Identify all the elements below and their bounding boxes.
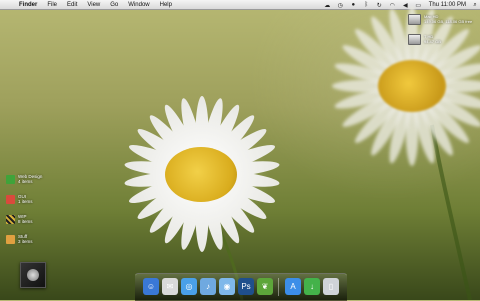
ical-icon[interactable]: ◉ xyxy=(219,278,235,295)
drive-t-hd[interactable]: T HD 94.47 GB xyxy=(408,34,441,45)
photoshop-icon[interactable]: Ps xyxy=(238,278,254,295)
app-store-icon[interactable]: A xyxy=(285,278,301,295)
stack-web-design[interactable]: Web Design 4 items xyxy=(6,174,42,184)
album-art-icon xyxy=(27,269,39,281)
hard-drive-icon xyxy=(408,34,421,45)
finder-icon[interactable]: ☺ xyxy=(143,278,159,295)
trash-icon[interactable]: ▯ xyxy=(323,278,339,295)
drive-detail: 94.47 GB xyxy=(424,39,441,44)
folder-icon xyxy=(6,234,15,244)
stack-wip[interactable]: WIP 8 items xyxy=(6,214,33,224)
mail-icon[interactable]: ✉ xyxy=(162,278,178,295)
dock-separator xyxy=(278,278,279,296)
hard-drive-icon xyxy=(408,14,421,25)
safari-icon[interactable]: ◎ xyxy=(181,278,197,295)
stack-count: 4 items xyxy=(18,179,33,184)
stack-gui[interactable]: GUI 1 items xyxy=(6,194,33,204)
folder-icon xyxy=(6,194,15,204)
stack-stuff[interactable]: Stuff 3 items xyxy=(6,234,33,244)
folder-icon xyxy=(6,214,15,224)
stack-count: 1 items xyxy=(18,199,33,204)
stack-count: 3 items xyxy=(18,239,33,244)
drive-mac-hd[interactable]: Mac HD 149.06 GB, 118.06 GB free xyxy=(408,14,472,25)
folder-icon xyxy=(6,174,15,184)
album-art-widget[interactable] xyxy=(20,262,46,288)
itunes-icon[interactable]: ♪ xyxy=(200,278,216,295)
stack-count: 8 items xyxy=(18,219,33,224)
downloads-icon[interactable]: ↓ xyxy=(304,278,320,295)
leaf-app-icon[interactable]: ❦ xyxy=(257,278,273,295)
drive-detail: 149.06 GB, 118.06 GB free xyxy=(424,19,473,24)
dock: ☺ ✉ ◎ ♪ ◉ Ps ❦ A ↓ ▯ xyxy=(135,273,347,301)
